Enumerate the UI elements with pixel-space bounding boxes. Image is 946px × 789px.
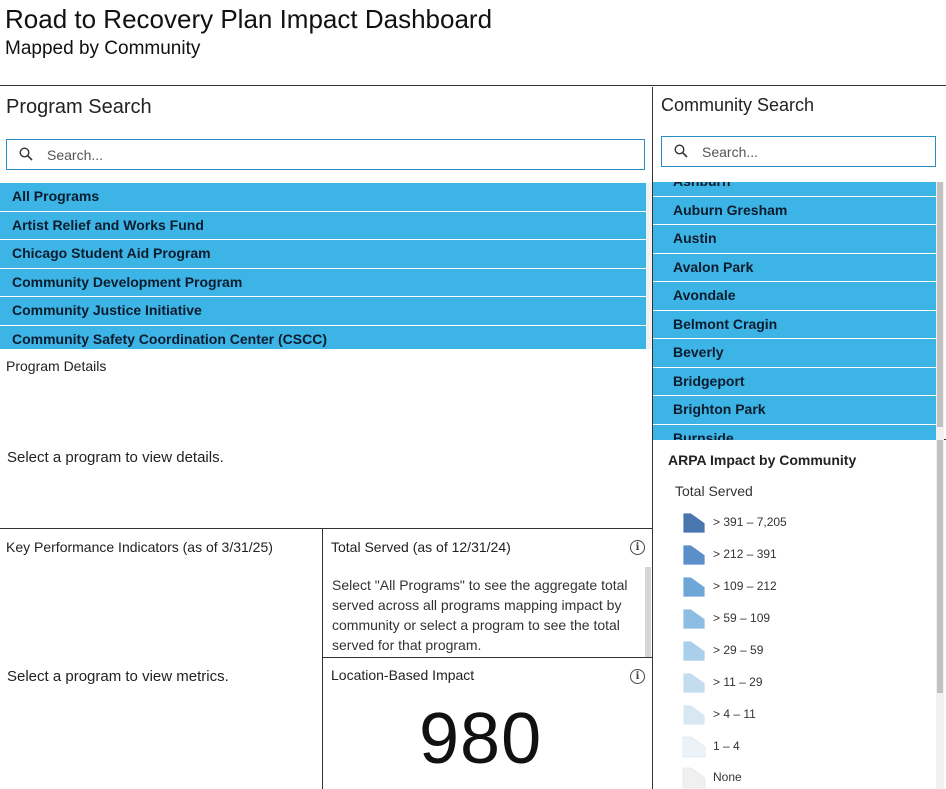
program-item-community-development[interactable]: Community Development Program bbox=[0, 268, 646, 297]
program-item-student-aid[interactable]: Chicago Student Aid Program bbox=[0, 240, 646, 269]
community-item-austin[interactable]: Austin bbox=[653, 225, 936, 254]
program-item-cscc[interactable]: Community Safety Coordination Center (CS… bbox=[0, 325, 646, 349]
legend-label: 1 – 4 bbox=[713, 739, 740, 753]
community-item-auburn-gresham[interactable]: Auburn Gresham bbox=[653, 196, 936, 225]
kpi-panel: Key Performance Indicators (as of 3/31/2… bbox=[0, 529, 323, 789]
total-served-title: Total Served (as of 12/31/24) bbox=[331, 539, 511, 555]
legend-label: > 4 – 11 bbox=[713, 707, 756, 721]
legend-swatch bbox=[682, 608, 706, 630]
community-list-scrollbar[interactable] bbox=[936, 182, 944, 440]
community-item-burnside[interactable]: Burnside bbox=[653, 424, 936, 440]
program-item-all-programs[interactable]: All Programs bbox=[0, 183, 646, 212]
program-list-scrollbar[interactable] bbox=[646, 183, 652, 349]
community-list: Ashburn Auburn Gresham Austin Avalon Par… bbox=[653, 182, 936, 440]
info-icon[interactable]: i bbox=[630, 540, 645, 555]
legend-label: None bbox=[713, 770, 742, 784]
kpi-title: Key Performance Indicators (as of 3/31/2… bbox=[6, 539, 273, 555]
legend-label: > 59 – 109 bbox=[713, 611, 771, 625]
search-icon bbox=[19, 147, 33, 161]
community-item-avondale[interactable]: Avondale bbox=[653, 282, 936, 311]
legend-swatch bbox=[682, 704, 706, 726]
kpi-placeholder: Select a program to view metrics. bbox=[7, 668, 229, 685]
legend-swatch bbox=[682, 640, 706, 662]
community-item-avalon-park[interactable]: Avalon Park bbox=[653, 253, 936, 282]
legend-swatch bbox=[682, 512, 706, 534]
legend-swatch bbox=[682, 672, 706, 694]
location-impact-value: 980 bbox=[419, 699, 543, 779]
community-search-panel: Community Search Search... Ashburn Aubur… bbox=[653, 87, 946, 440]
community-list-scrollbar-thumb[interactable] bbox=[937, 182, 943, 427]
community-search-input[interactable]: Search... bbox=[661, 136, 936, 167]
program-search-panel: Program Search Search... All Programs Ar… bbox=[0, 87, 653, 349]
total-served-description: Select "All Programs" to see the aggrega… bbox=[332, 577, 628, 653]
program-item-community-justice[interactable]: Community Justice Initiative bbox=[0, 297, 646, 326]
community-item-belmont-cragin[interactable]: Belmont Cragin bbox=[653, 310, 936, 339]
program-details-panel: Program Details Select a program to view… bbox=[0, 349, 653, 529]
location-impact-panel: Location-Based Impact i 980 bbox=[323, 658, 653, 789]
legend-label: > 109 – 212 bbox=[713, 579, 777, 593]
search-placeholder: Search... bbox=[702, 144, 759, 160]
legend-swatch bbox=[682, 736, 706, 758]
search-icon bbox=[674, 144, 688, 158]
legend-swatch bbox=[682, 767, 706, 789]
program-item-artist-relief[interactable]: Artist Relief and Works Fund bbox=[0, 211, 646, 240]
total-served-scrollbar[interactable] bbox=[645, 567, 651, 657]
legend-subtitle: Total Served bbox=[675, 483, 753, 499]
legend-label: > 11 – 29 bbox=[713, 675, 763, 689]
legend-label: > 29 – 59 bbox=[713, 643, 764, 657]
page-subtitle: Mapped by Community bbox=[5, 38, 201, 59]
program-list: All Programs Artist Relief and Works Fun… bbox=[0, 183, 646, 349]
legend-label: > 212 – 391 bbox=[713, 547, 777, 561]
community-item-brighton-park[interactable]: Brighton Park bbox=[653, 396, 936, 425]
community-search-title: Community Search bbox=[661, 95, 815, 115]
community-item-beverly[interactable]: Beverly bbox=[653, 339, 936, 368]
info-icon[interactable]: i bbox=[630, 669, 645, 684]
location-impact-title: Location-Based Impact bbox=[331, 667, 475, 683]
page-title: Road to Recovery Plan Impact Dashboard bbox=[5, 4, 493, 34]
total-served-scrollbar-thumb[interactable] bbox=[645, 567, 651, 657]
search-placeholder: Search... bbox=[47, 147, 104, 163]
program-search-input[interactable]: Search... bbox=[6, 139, 645, 170]
legend-swatch bbox=[682, 576, 706, 598]
legend-scrollbar-thumb[interactable] bbox=[937, 440, 943, 693]
legend-swatch bbox=[682, 544, 706, 566]
legend-title: ARPA Impact by Community bbox=[668, 452, 857, 468]
legend-scrollbar[interactable] bbox=[936, 440, 944, 789]
community-item-bridgeport[interactable]: Bridgeport bbox=[653, 367, 936, 396]
program-search-title: Program Search bbox=[6, 96, 152, 118]
program-details-title: Program Details bbox=[6, 358, 107, 374]
total-served-panel: Total Served (as of 12/31/24) i Select "… bbox=[323, 529, 653, 658]
dashboard-header: Road to Recovery Plan Impact Dashboard M… bbox=[0, 0, 946, 86]
legend-label: > 391 – 7,205 bbox=[713, 515, 787, 529]
community-item-ashburn[interactable]: Ashburn bbox=[653, 182, 936, 197]
program-details-placeholder: Select a program to view details. bbox=[7, 449, 224, 466]
